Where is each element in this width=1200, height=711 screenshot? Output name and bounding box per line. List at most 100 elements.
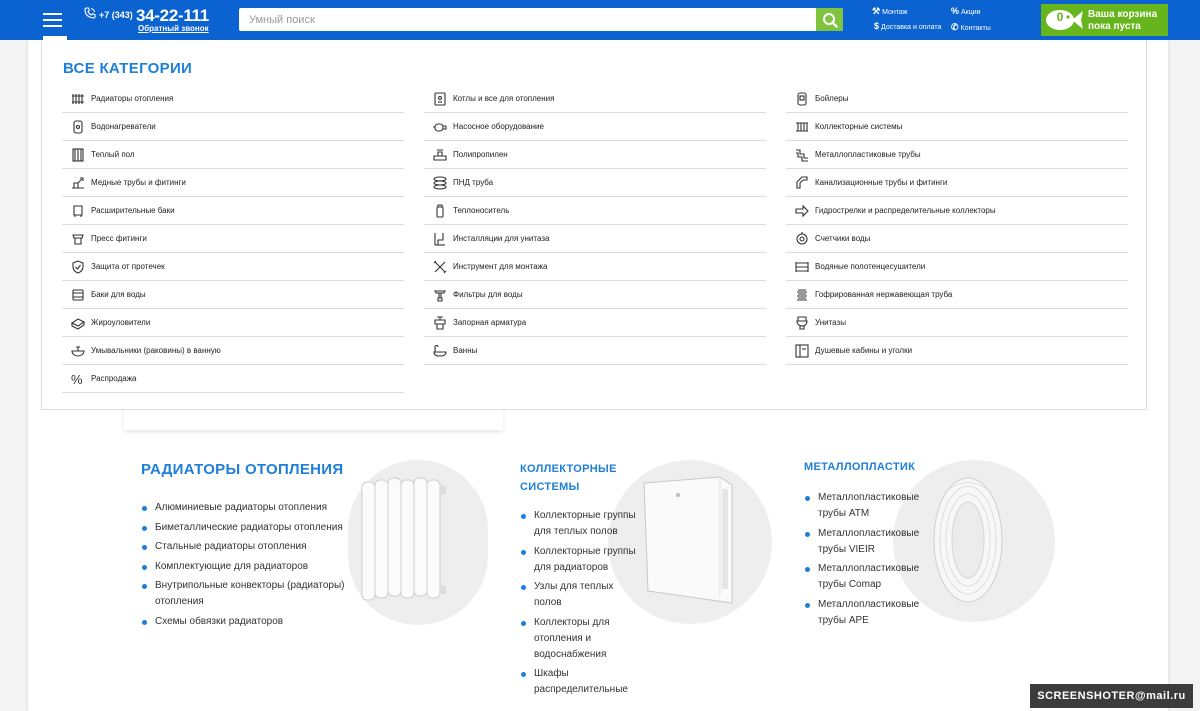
menu-item-pipe-coil[interactable]: ПНД труба (424, 169, 766, 197)
menu-item-water-tank[interactable]: Баки для воды (62, 281, 404, 309)
metalplastic-title[interactable]: МЕТАЛЛОПЛАСТИК (804, 458, 915, 476)
menu-item-label: Полипропилен (453, 150, 508, 159)
menu-item-label: Коллекторные системы (815, 122, 903, 131)
water-heater-icon (69, 119, 87, 135)
corrugated-pipe-icon (793, 287, 811, 303)
promo-link[interactable]: % Акции (951, 6, 981, 16)
installation-icon (431, 231, 449, 247)
menu-item-grease-trap[interactable]: Жироуловители (62, 309, 404, 337)
menu-item-warm-floor[interactable]: Теплый пол (62, 141, 404, 169)
pipe-coil-image (933, 477, 1003, 603)
menu-item-polypropylene[interactable]: Полипропилен (424, 141, 766, 169)
menu-item-expansion-tank[interactable]: Расширительные баки (62, 197, 404, 225)
menu-item-label: Унитазы (815, 318, 846, 327)
cart-button[interactable]: 0 Ваша корзина пока пуста (1041, 4, 1168, 36)
collectors-title[interactable]: КОЛЛЕКТОРНЫЕ СИСТЕМЫ (520, 460, 630, 496)
sewer-pipe-icon (793, 175, 811, 191)
menu-item-shower[interactable]: Душевые кабины и уголки (786, 337, 1128, 365)
contacts-link[interactable]: ✆ Контакты (951, 22, 991, 33)
subcategory-link[interactable]: Металлопластиковые трубы VIEIR (804, 526, 929, 558)
menu-item-coolant[interactable]: Теплоноситель (424, 197, 766, 225)
tools-icon (431, 259, 449, 275)
montage-link[interactable]: ⚒ Монтаж (872, 6, 907, 17)
subcategory-link[interactable]: Комплектующие для радиаторов (141, 559, 356, 575)
menu-item-bathtub[interactable]: Ванны (424, 337, 766, 365)
menu-item-pump[interactable]: Насосное оборудование (424, 113, 766, 141)
menu-item-label: Фильтры для воды (453, 290, 523, 299)
subcategory-link[interactable]: Коллекторные группы для радиаторов (520, 544, 640, 576)
search-button[interactable] (816, 8, 843, 31)
menu-item-installation[interactable]: Инсталляции для унитаза (424, 225, 766, 253)
menu-item-arrow-right[interactable]: Гидрострелки и распределительные коллект… (786, 197, 1128, 225)
menu-item-valve[interactable]: Запорная арматура (424, 309, 766, 337)
polypropylene-icon (431, 147, 449, 163)
menu-item-boiler[interactable]: Котлы и все для отопления (424, 85, 766, 113)
menu-burger-icon[interactable] (43, 13, 62, 27)
manifold-cabinet-image (643, 476, 733, 604)
subcategory-link[interactable]: Коллекторные группы для теплых полов (520, 508, 640, 540)
search-input[interactable] (239, 8, 816, 31)
menu-item-copper-pipe[interactable]: Медные трубы и фитинги (62, 169, 404, 197)
dollar-icon: $ (874, 21, 880, 31)
menu-item-percent[interactable]: % Распродажа (62, 365, 404, 393)
top-header: +7 (343) 34-22-111 Обратный звонок ⚒Монт… (0, 0, 1200, 40)
phone-number[interactable]: 34-22-111 (136, 6, 209, 26)
menu-item-sewer-pipe[interactable]: Канализационные трубы и фитинги (786, 169, 1128, 197)
subcategory-link[interactable]: Металлопластиковые трубы APE (804, 597, 929, 629)
menu-item-label: Жироуловители (91, 318, 151, 327)
menu-item-label: Пресс фитинги (91, 234, 147, 243)
subcategory-link[interactable]: Металлопластиковые трубы Comap (804, 561, 929, 593)
menu-item-label: Ванны (453, 346, 478, 355)
menu-item-label: Водяные полотенцесушители (815, 262, 926, 271)
menu-item-shield[interactable]: Защита от протечек (62, 253, 404, 281)
valve-icon (431, 315, 449, 331)
subcategory-link[interactable]: Стальные радиаторы отопления (141, 539, 356, 555)
menu-item-filter[interactable]: Фильтры для воды (424, 281, 766, 309)
shower-icon (793, 343, 811, 359)
menu-item-water-meter[interactable]: Счетчики воды (786, 225, 1128, 253)
arrow-right-icon (793, 203, 811, 219)
water-meter-icon (793, 231, 811, 247)
menu-item-label: Металлопластиковые трубы (815, 150, 921, 159)
menu-item-label: Инсталляции для унитаза (453, 234, 550, 243)
subcategory-link[interactable]: Алюминиевые радиаторы отопления (141, 500, 356, 516)
menu-item-label: Распродажа (91, 374, 137, 383)
water-tank-icon (69, 287, 87, 303)
categories-dropdown: ВСЕ КАТЕГОРИИ Радиаторы отопления Водонаг… (41, 40, 1147, 410)
subcategory-link[interactable]: Коллекторы для отопления и водоснабжения (520, 615, 640, 663)
menu-item-sink[interactable]: Умывальники (раковины) в ванную (62, 337, 404, 365)
wrench-icon: ⚒ (872, 6, 881, 16)
grease-trap-icon (69, 315, 87, 331)
menu-item-towel-dryer[interactable]: Водяные полотенцесушители (786, 253, 1128, 281)
menu-item-water-heater[interactable]: Водонагреватели (62, 113, 404, 141)
menu-item-radiator[interactable]: Радиаторы отопления (62, 85, 404, 113)
menu-item-tools[interactable]: Инструмент для монтажа (424, 253, 766, 281)
menu-item-metal-plastic-pipe[interactable]: Металлопластиковые трубы (786, 141, 1128, 169)
subcategory-link[interactable]: Шкафы распределительные (520, 666, 640, 698)
radiators-list: Алюминиевые радиаторы отопления Биметалли… (141, 500, 356, 633)
menu-item-manifold[interactable]: Коллекторные системы (786, 113, 1128, 141)
menu-item-label: Счетчики воды (815, 234, 871, 243)
menu-item-label: Душевые кабины и уголки (815, 346, 913, 355)
subcategory-link[interactable]: Схемы обвязки радиаторов (141, 614, 356, 630)
boiler-icon (431, 91, 449, 107)
radiators-title[interactable]: РАДИАТОРЫ ОТОПЛЕНИЯ (141, 461, 343, 479)
menu-item-press-fitting[interactable]: Пресс фитинги (62, 225, 404, 253)
callback-link[interactable]: Обратный звонок (138, 24, 209, 33)
subcategory-link[interactable]: Узлы для теплых полов (520, 579, 640, 611)
subcategory-link[interactable]: Биметаллические радиаторы отопления (141, 520, 356, 536)
subcategory-link[interactable]: Внутрипольные конвекторы (радиаторы) ото… (141, 578, 356, 610)
subcategory-link[interactable]: Металлопластиковые трубы АТМ (804, 490, 929, 522)
menu-item-label: Насосное оборудование (453, 122, 544, 131)
percent-icon: % (69, 371, 87, 387)
menu-item-label: Гидрострелки и распределительные коллект… (815, 206, 996, 215)
menu-item-label: Водонагреватели (91, 122, 156, 131)
menu-item-corrugated-pipe[interactable]: Гофрированная нержавеющая труба (786, 281, 1128, 309)
delivery-link[interactable]: $ Доставка и оплата (874, 21, 941, 31)
collectors-list: Коллекторные группы для теплых полов Колл… (520, 508, 640, 702)
menu-item-boiler-tank[interactable]: Бойлеры (786, 85, 1128, 113)
warm-floor-icon (69, 147, 87, 163)
copper-pipe-icon (69, 175, 87, 191)
toilet-icon (793, 315, 811, 331)
menu-item-toilet[interactable]: Унитазы (786, 309, 1128, 337)
